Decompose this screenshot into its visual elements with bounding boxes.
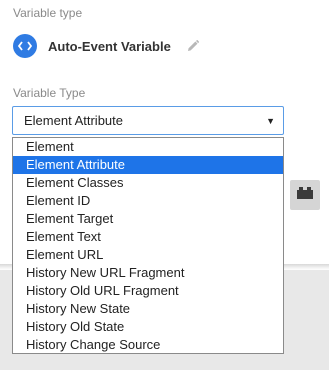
dropdown-option[interactable]: History New State bbox=[13, 300, 283, 318]
dropdown-option[interactable]: Element Target bbox=[13, 210, 283, 228]
dropdown-option[interactable]: Element URL bbox=[13, 246, 283, 264]
dropdown-option[interactable]: History Old URL Fragment bbox=[13, 282, 283, 300]
dropdown-option[interactable]: Element Text bbox=[13, 228, 283, 246]
variable-type-row[interactable]: Auto-Event Variable bbox=[13, 33, 199, 59]
dropdown-option[interactable]: History Change Source bbox=[13, 336, 283, 354]
dropdown-option[interactable]: History New URL Fragment bbox=[13, 264, 283, 282]
variable-config-type-label: Variable Type bbox=[13, 86, 86, 100]
select-current-value: Element Attribute bbox=[24, 113, 123, 128]
variable-type-name: Auto-Event Variable bbox=[48, 38, 171, 54]
dropdown-option[interactable]: History Old State bbox=[13, 318, 283, 336]
dropdown-option[interactable]: Element bbox=[13, 138, 283, 156]
dropdown-option-highlighted[interactable]: Element Attribute bbox=[13, 156, 283, 174]
variable-type-select[interactable]: Element Attribute ▼ bbox=[12, 106, 284, 135]
building-blocks-button[interactable] bbox=[290, 180, 320, 210]
building-blocks-icon bbox=[296, 186, 314, 205]
dropdown-option[interactable]: Element Classes bbox=[13, 174, 283, 192]
dropdown-option[interactable]: Element ID bbox=[13, 192, 283, 210]
variable-type-dropdown-list[interactable]: Element Element Attribute Element Classe… bbox=[12, 137, 284, 354]
pencil-icon[interactable] bbox=[187, 40, 199, 52]
variable-type-heading: Variable type bbox=[13, 6, 83, 20]
code-brackets-icon bbox=[13, 34, 37, 58]
chevron-down-icon: ▼ bbox=[266, 116, 275, 126]
